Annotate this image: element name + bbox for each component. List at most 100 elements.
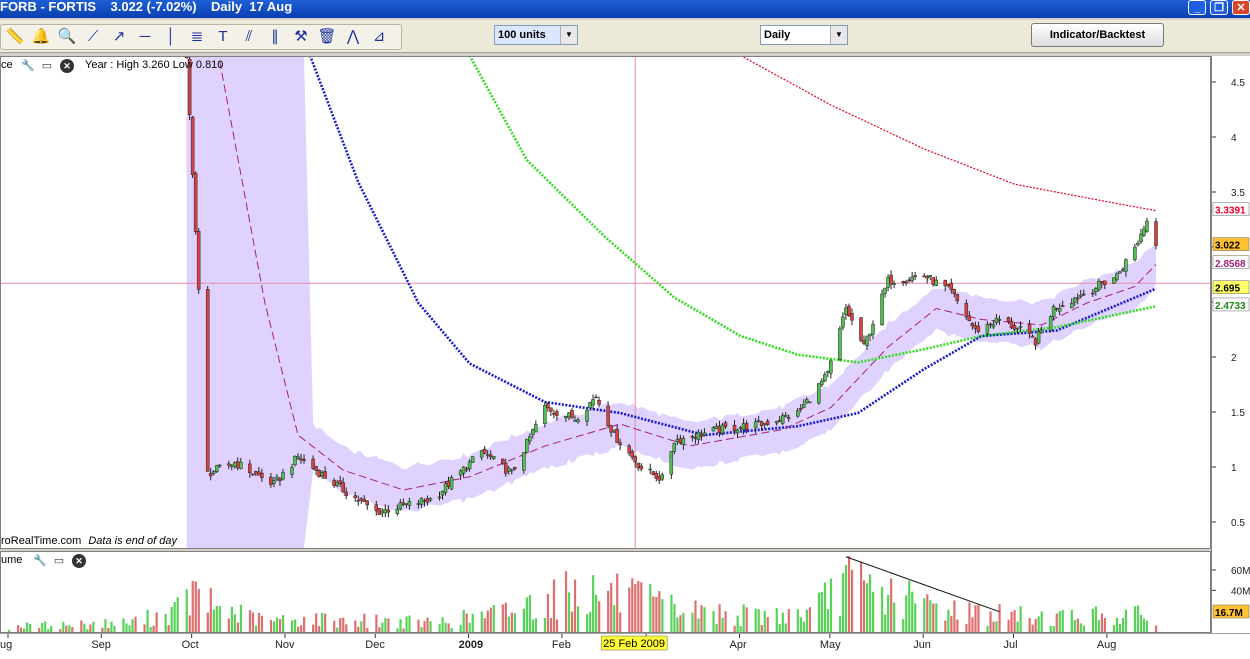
restore-icon[interactable]: ❐ — [1210, 0, 1228, 15]
volume-tick-label: 60M — [1231, 566, 1250, 577]
candle — [1136, 240, 1140, 247]
volume-bar — [847, 556, 851, 632]
candle-body — [675, 439, 680, 443]
price-panel[interactable]: ce 🔧 ▭ ✕ Year : High 3.260 Low 0.810 roR… — [0, 56, 1211, 549]
close-panel-icon[interactable]: ✕ — [72, 554, 86, 568]
volume-bar — [977, 604, 980, 632]
candle — [928, 275, 932, 281]
volume-bar — [402, 628, 405, 632]
close-panel-icon[interactable]: ✕ — [60, 59, 74, 73]
horizontal-line-icon[interactable]: ─ — [135, 27, 155, 47]
gann-icon[interactable]: ⊿ — [369, 27, 389, 47]
volume-bar — [944, 620, 947, 632]
ruler-icon[interactable]: 📏 — [5, 27, 25, 47]
candle-body — [759, 421, 764, 426]
indicator-backtest-button[interactable]: Indicator/Backtest — [1031, 23, 1164, 47]
last-price-label: 3.022 — [1212, 237, 1250, 252]
volume-bar — [324, 613, 327, 632]
candle-body — [239, 462, 243, 469]
volume-bar — [628, 587, 631, 632]
volume-bar — [1070, 609, 1073, 632]
volume-bar — [555, 619, 559, 632]
volume-bar — [1031, 624, 1034, 632]
price-chart[interactable] — [1, 57, 1210, 548]
channel-icon[interactable]: ⫽ — [239, 27, 259, 47]
candle-body — [1142, 228, 1146, 236]
candle — [862, 335, 866, 346]
candle-body — [1097, 280, 1101, 290]
candle — [871, 320, 875, 340]
pattern-icon[interactable]: ⋀ — [343, 27, 363, 47]
trash-icon[interactable]: 🗑 — [317, 27, 337, 47]
vertical-line-icon[interactable]: │ — [161, 27, 181, 47]
candle-body — [690, 436, 695, 438]
candle-body — [1039, 329, 1044, 334]
window-icon[interactable]: ▭ — [52, 554, 66, 568]
volume-bar — [1094, 606, 1097, 632]
candle-body — [543, 404, 547, 425]
volume-bar — [884, 614, 887, 632]
candle-body — [841, 316, 845, 328]
candle-body — [838, 328, 842, 360]
chevron-down-icon[interactable]: ▼ — [560, 26, 577, 44]
volume-bar — [17, 625, 20, 632]
zoom-icon[interactable]: 🔍 — [57, 27, 77, 47]
candle-body — [522, 452, 526, 471]
candle — [880, 289, 884, 326]
candle-body — [627, 445, 631, 454]
volume-bar — [953, 600, 956, 632]
candle-body — [1145, 220, 1149, 232]
candle-body — [922, 275, 926, 278]
ray-icon[interactable]: ↗ — [109, 27, 129, 47]
text-icon[interactable]: T — [213, 27, 233, 47]
candle-body — [1015, 327, 1020, 330]
volume-bar — [318, 626, 321, 632]
volume-bar — [775, 608, 778, 632]
candle — [522, 452, 526, 474]
last-volume-label-text: 16.7M — [1215, 608, 1243, 619]
candle-body — [1118, 271, 1122, 274]
volume-bar — [589, 611, 592, 632]
candle-body — [365, 500, 369, 506]
volume-bar — [215, 605, 218, 632]
volume-bar — [131, 619, 134, 632]
volume-chart[interactable] — [1, 552, 1210, 632]
volume-bar — [679, 615, 682, 632]
wrench-icon[interactable]: 🔧 — [33, 554, 47, 568]
trendline-icon[interactable]: ⟋ — [83, 27, 103, 47]
volume-bar — [486, 610, 489, 632]
candle-body — [639, 465, 643, 470]
candle-body — [299, 458, 303, 461]
volume-bar — [715, 623, 718, 632]
chevron-down-icon[interactable]: ▼ — [830, 26, 847, 44]
volume-bar — [176, 597, 179, 632]
wrench-icon[interactable]: 🔧 — [21, 59, 35, 73]
candle-body — [302, 458, 306, 461]
volume-bar — [468, 622, 471, 632]
alarm-bell-icon[interactable]: 🔔 — [31, 27, 51, 47]
hammer-icon[interactable]: ⚒ — [291, 27, 311, 47]
candle-body — [934, 279, 938, 286]
volume-bar — [546, 593, 550, 632]
candle-body — [338, 480, 342, 484]
candle — [314, 465, 318, 476]
volume-bar — [378, 627, 381, 632]
volume-bar — [444, 622, 447, 632]
candle — [470, 456, 475, 463]
volume-bar — [321, 612, 324, 632]
close-icon[interactable]: ✕ — [1232, 0, 1250, 15]
candle-body — [437, 496, 442, 499]
period-select[interactable]: Daily ▼ — [760, 25, 848, 45]
fibonacci-icon[interactable]: ≣ — [187, 27, 207, 47]
minimize-icon[interactable]: _ — [1188, 0, 1206, 15]
volume-bar — [799, 617, 802, 632]
units-select[interactable]: 100 units ▼ — [494, 25, 578, 45]
window-icon[interactable]: ▭ — [40, 59, 54, 73]
volume-bar — [754, 608, 757, 632]
candle-body — [883, 287, 887, 294]
volume-bar — [742, 604, 745, 632]
volume-bar — [670, 594, 673, 632]
parallel-lines-icon[interactable]: ∥ — [265, 27, 285, 47]
volume-panel[interactable]: ume 🔧 ▭ ✕ — [0, 551, 1211, 633]
candle — [859, 317, 863, 343]
